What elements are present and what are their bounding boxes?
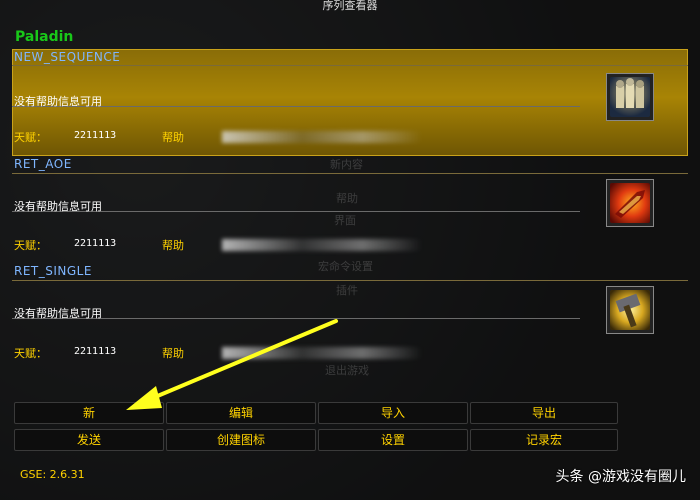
send-button[interactable]: 发送 xyxy=(14,429,164,451)
help-label: 帮助 xyxy=(162,131,184,144)
help-label: 帮助 xyxy=(162,239,184,252)
settings-button[interactable]: 设置 xyxy=(318,429,468,451)
blurred-help-text xyxy=(222,131,422,143)
help-label: 帮助 xyxy=(162,347,184,360)
golden-hammer-glyph xyxy=(615,293,641,328)
sequence-description: 没有帮助信息可用 xyxy=(14,200,102,213)
talent-label: 天赋： xyxy=(14,131,47,144)
import-button[interactable]: 导入 xyxy=(318,402,468,424)
sequence-row[interactable]: NEW_SEQUENCE 没有帮助信息可用 天赋： 2211113 帮助 xyxy=(12,49,688,157)
golden-hammer-icon[interactable] xyxy=(606,286,654,334)
blurred-help-text xyxy=(222,239,422,251)
create-icon-button[interactable]: 创建图标 xyxy=(166,429,316,451)
watermark: 头条 @游戏没有圈儿 xyxy=(555,469,686,485)
sequence-row[interactable]: RET_SINGLE 没有帮助信息可用 天赋： 2211113 帮助 xyxy=(12,264,688,372)
talent-value: 2211113 xyxy=(74,130,117,141)
new-button[interactable]: 新 xyxy=(14,402,164,424)
talent-value: 2211113 xyxy=(74,238,117,249)
sequence-description: 没有帮助信息可用 xyxy=(14,307,102,320)
talent-label: 天赋： xyxy=(14,239,47,252)
window-title: 序列查看器 xyxy=(322,0,378,12)
blurred-help-text xyxy=(222,347,422,359)
talent-label: 天赋： xyxy=(14,347,47,360)
sequence-viewer-window: 序列查看器 Paladin 新内容 帮助 界面 宏命令设置 插件 退出游戏 NE… xyxy=(0,0,700,500)
sequence-description: 没有帮助信息可用 xyxy=(14,95,102,108)
edit-button[interactable]: 编辑 xyxy=(166,402,316,424)
sequence-name: NEW_SEQUENCE xyxy=(14,50,121,64)
divider xyxy=(12,173,688,174)
record-macro-button[interactable]: 记录宏 xyxy=(470,429,618,451)
fiery-blade-glyph xyxy=(615,190,645,218)
paladin-units-icon[interactable] xyxy=(606,73,654,121)
talent-value: 2211113 xyxy=(74,346,117,357)
export-button[interactable]: 导出 xyxy=(470,402,618,424)
sequence-row[interactable]: RET_AOE 没有帮助信息可用 天赋： 2211113 帮助 xyxy=(12,157,688,265)
class-name: Paladin xyxy=(15,29,74,45)
divider xyxy=(12,280,688,281)
paladin-units-glyph xyxy=(616,78,644,108)
version-label: GSE: 2.6.31 xyxy=(20,468,85,481)
divider xyxy=(12,65,688,66)
sequence-name: RET_AOE xyxy=(14,157,72,171)
fiery-blade-icon[interactable] xyxy=(606,179,654,227)
sequence-name: RET_SINGLE xyxy=(14,264,92,278)
